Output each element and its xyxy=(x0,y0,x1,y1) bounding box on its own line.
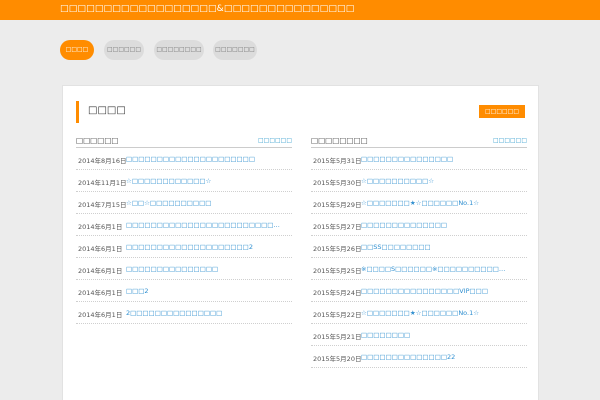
list-item: 2014年6月1日 □□□□□□□□□□□□□□□□□□□□2 xyxy=(76,236,292,258)
item-date: 2015年5月22日 xyxy=(313,311,362,319)
item-link[interactable]: ☆□□□□□□□□□□☆ xyxy=(361,177,434,185)
list-item: 2014年6月1日 □□□□□□□□□□□□□□□□□□□□□□□□… xyxy=(76,214,292,236)
list-item: 2015年5月27日 □□□□□□□□□□□□□□ xyxy=(311,214,527,236)
item-link[interactable]: ☆□□□□□□□★☆□□□□□□No.1☆ xyxy=(361,309,479,317)
item-link[interactable]: □□□□□□□□ xyxy=(361,331,410,339)
item-link[interactable]: □□□□□□□□□□□□□□□□VIP□□□ xyxy=(361,287,488,295)
list-item: 2014年11月1日 ☆□□□□□□□□□□□□☆ xyxy=(76,170,292,192)
nav-item-home[interactable]: □□□□ xyxy=(60,40,94,60)
item-link[interactable]: □□□□□□□□□□□□□□□□□□□□2 xyxy=(126,243,253,251)
list-item: 2015年5月20日 □□□□□□□□□□□□□□22 xyxy=(311,346,527,368)
item-link[interactable]: □□□2 xyxy=(126,287,149,295)
list-item: 2015年5月22日 ☆□□□□□□□★☆□□□□□□No.1☆ xyxy=(311,302,527,324)
nav-item-3[interactable]: □□□□□□□□ xyxy=(154,40,204,60)
list-item: 2014年6月1日 2□□□□□□□□□□□□□□□ xyxy=(76,302,292,324)
list-item: 2014年7月15日 ☆□□☆□□□□□□□□□□ xyxy=(76,192,292,214)
item-date: 2014年6月1日 xyxy=(78,267,123,275)
item-date: 2015年5月27日 xyxy=(313,223,362,231)
item-date: 2014年7月15日 xyxy=(78,201,127,209)
item-date: 2015年5月26日 xyxy=(313,245,362,253)
left-column-more-link[interactable]: □□□□□□ xyxy=(258,137,292,144)
item-link[interactable]: □□SS□□□□□□□□ xyxy=(361,243,431,251)
nav-item-4[interactable]: □□□□□□□ xyxy=(213,40,257,60)
item-link[interactable]: □□□□□□□□□□□□□□□□□□□□□ xyxy=(126,155,255,163)
left-column-header: □□□□□□ □□□□□□ xyxy=(76,135,292,148)
item-date: 2015年5月31日 xyxy=(313,157,362,165)
nav-item-2[interactable]: □□□□□□ xyxy=(104,40,144,60)
list-item: 2015年5月26日 □□SS□□□□□□□□ xyxy=(311,236,527,258)
right-column-header: □□□□□□□□ □□□□□□ xyxy=(311,135,527,148)
right-column: □□□□□□□□ □□□□□□ 2015年5月31日 □□□□□□□□□□□□□□… xyxy=(311,135,527,368)
more-button[interactable]: □□□□□□ xyxy=(479,105,525,118)
item-date: 2015年5月21日 xyxy=(313,333,362,341)
item-link[interactable]: □□□□□□□□□□□□□□ xyxy=(361,221,447,229)
item-date: 2014年8月16日 xyxy=(78,157,127,165)
item-date: 2014年6月1日 xyxy=(78,245,123,253)
list-item: 2014年8月16日 □□□□□□□□□□□□□□□□□□□□□ xyxy=(76,148,292,170)
item-date: 2015年5月29日 xyxy=(313,201,362,209)
item-link[interactable]: ☆□□☆□□□□□□□□□□ xyxy=(126,199,211,207)
item-link[interactable]: □□□□□□□□□□□□□□□ xyxy=(126,265,218,273)
item-date: 2015年5月25日 xyxy=(313,267,362,275)
item-link[interactable]: □□□□□□□□□□□□□□□□□□□□□□□□… xyxy=(126,221,280,229)
list-item: 2014年6月1日 □□□2 xyxy=(76,280,292,302)
accent-bar xyxy=(76,101,79,123)
news-panel: □□□□ □□□□□□ □□□□□□ □□□□□□ 2014年8月16日 □□□□… xyxy=(62,85,539,400)
list-item: 2015年5月31日 □□□□□□□□□□□□□□□ xyxy=(311,148,527,170)
list-item: 2015年5月21日 □□□□□□□□ xyxy=(311,324,527,346)
item-date: 2014年6月1日 xyxy=(78,311,123,319)
top-header-bar: □□□□□□□□□□□□□□□□□□&□□□□□□□□□□□□□□□ xyxy=(0,0,600,20)
item-link[interactable]: ☆□□□□□□□★☆□□□□□□No.1☆ xyxy=(361,199,479,207)
item-link[interactable]: □□□□□□□□□□□□□□□ xyxy=(361,155,453,163)
item-link[interactable]: ※□□□□S□□□□□□※□□□□□□□□□□… xyxy=(361,265,505,273)
right-column-title: □□□□□□□□ xyxy=(311,136,368,145)
site-title[interactable]: □□□□□□□□□□□□□□□□□□&□□□□□□□□□□□□□□□ xyxy=(60,4,354,14)
item-link[interactable]: □□□□□□□□□□□□□□22 xyxy=(361,353,455,361)
list-item: 2015年5月24日 □□□□□□□□□□□□□□□□VIP□□□ xyxy=(311,280,527,302)
list-item: 2015年5月30日 ☆□□□□□□□□□□☆ xyxy=(311,170,527,192)
panel-title: □□□□ xyxy=(88,105,126,116)
left-column: □□□□□□ □□□□□□ 2014年8月16日 □□□□□□□□□□□□□□□□… xyxy=(76,135,292,324)
item-date: 2015年5月24日 xyxy=(313,289,362,297)
right-column-more-link[interactable]: □□□□□□ xyxy=(493,137,527,144)
list-item: 2015年5月25日 ※□□□□S□□□□□□※□□□□□□□□□□… xyxy=(311,258,527,280)
item-date: 2014年11月1日 xyxy=(78,179,127,187)
panel-header: □□□□ □□□□□□ xyxy=(76,101,526,123)
item-date: 2014年6月1日 xyxy=(78,223,123,231)
item-link[interactable]: ☆□□□□□□□□□□□□☆ xyxy=(126,177,211,185)
list-item: 2015年5月29日 ☆□□□□□□□★☆□□□□□□No.1☆ xyxy=(311,192,527,214)
item-date: 2014年6月1日 xyxy=(78,289,123,297)
item-date: 2015年5月20日 xyxy=(313,355,362,363)
left-column-title: □□□□□□ xyxy=(76,136,119,145)
item-date: 2015年5月30日 xyxy=(313,179,362,187)
list-item: 2014年6月1日 □□□□□□□□□□□□□□□ xyxy=(76,258,292,280)
item-link[interactable]: 2□□□□□□□□□□□□□□□ xyxy=(126,309,222,317)
